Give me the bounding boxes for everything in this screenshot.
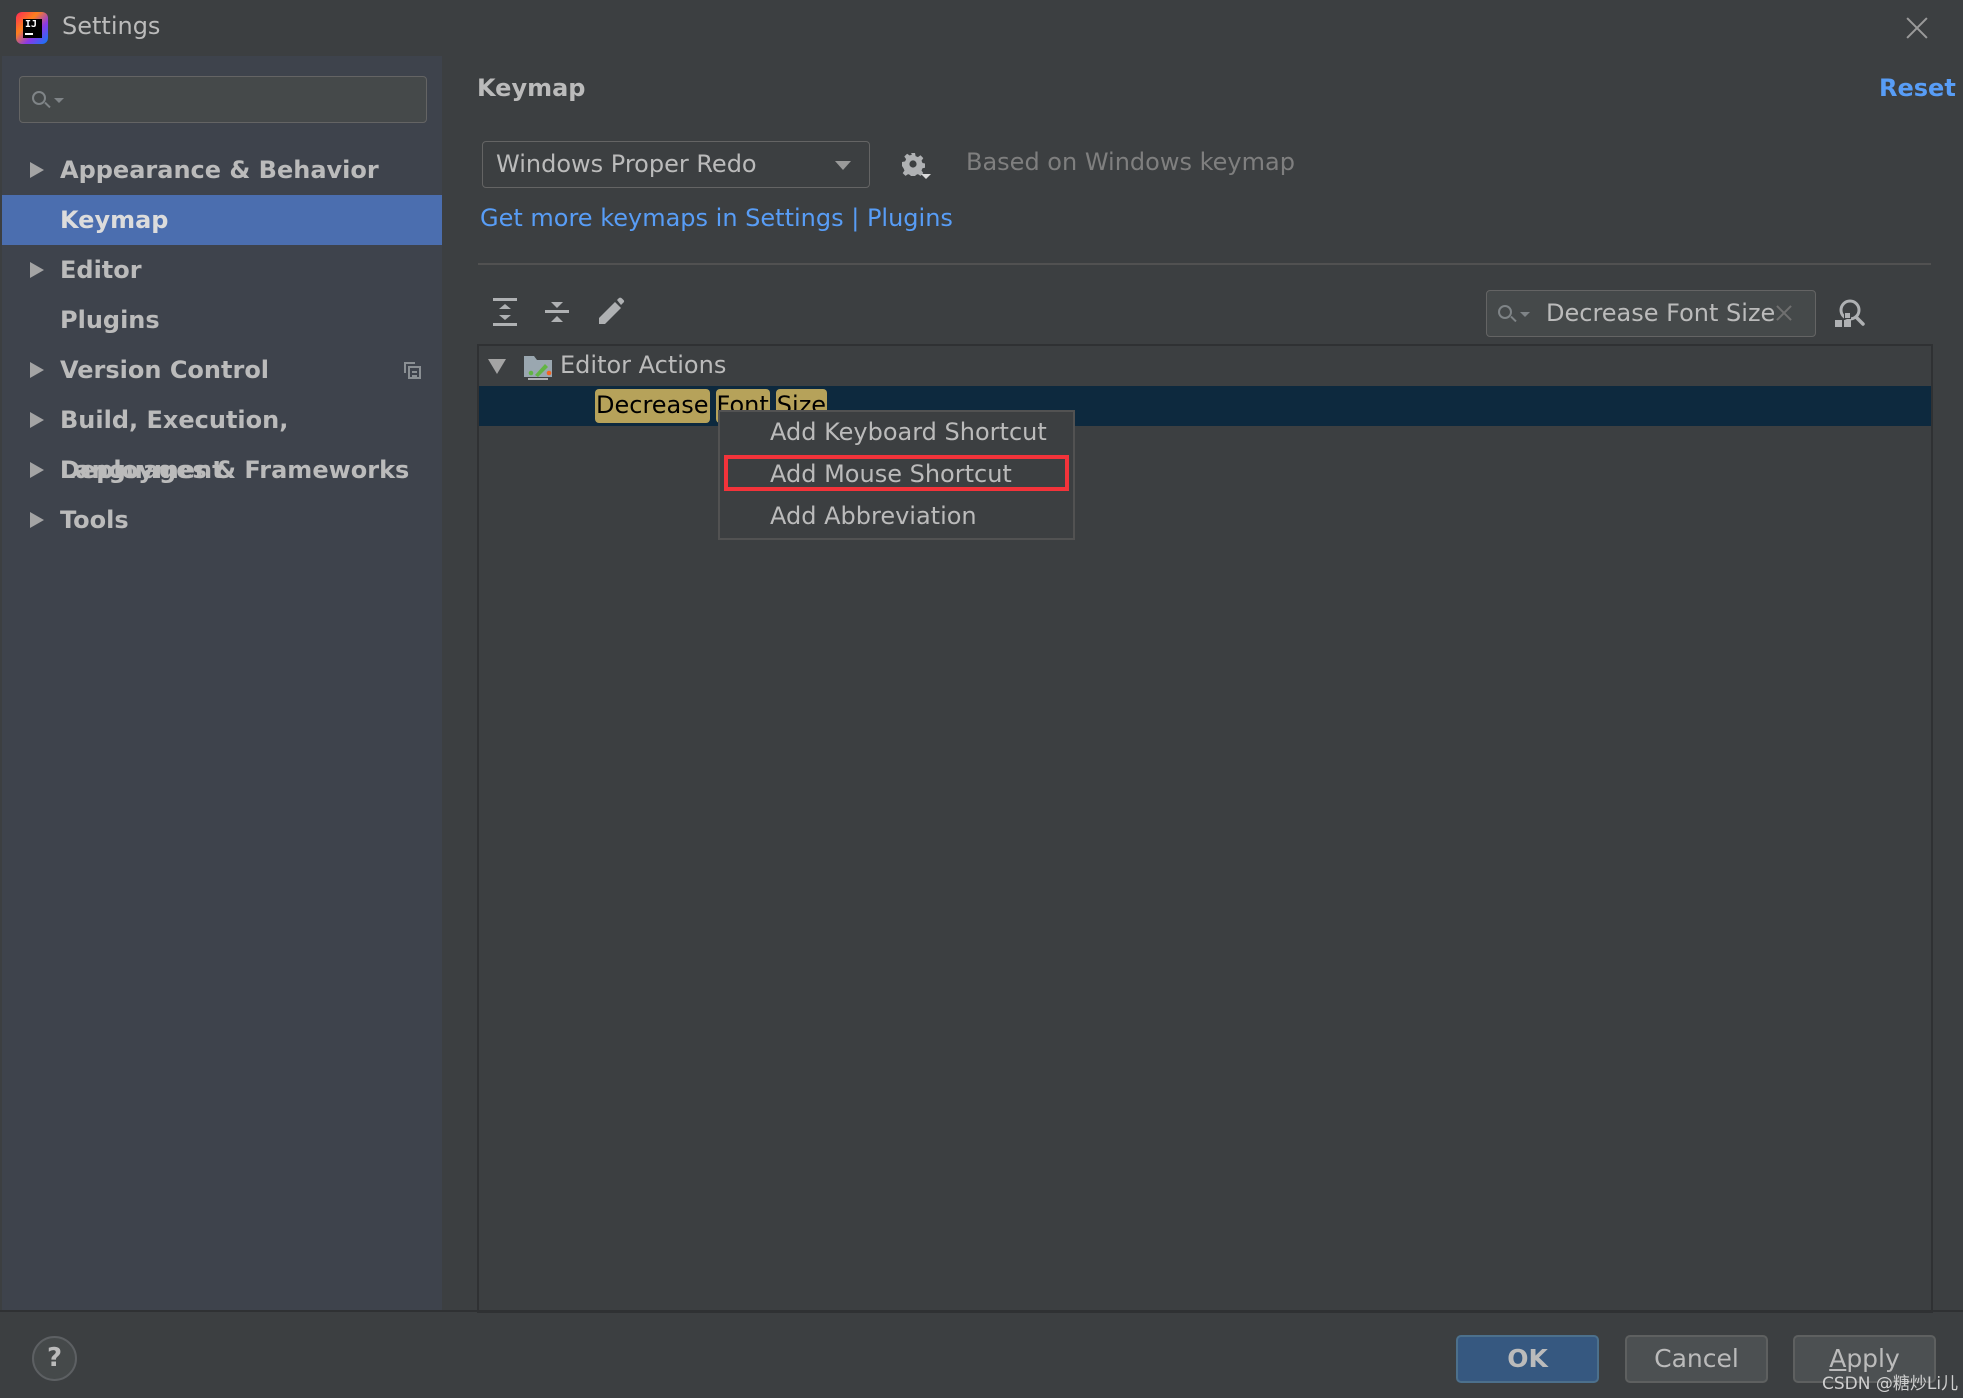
page-title: Keymap (477, 74, 586, 102)
search-icon[interactable] (32, 91, 64, 109)
sidebar-item-label: Plugins (60, 306, 160, 334)
keymap-panel: Keymap Reset Windows Proper Redo Based o… (442, 56, 1963, 1313)
footer-divider (0, 1310, 1963, 1312)
edit-shortcut-button[interactable] (595, 296, 625, 328)
window-title: Settings (62, 12, 161, 40)
sidebar-item-label: Tools (60, 506, 129, 534)
tree-group-row[interactable]: Editor Actions (479, 346, 1931, 386)
collapse-all-icon (545, 302, 569, 322)
find-by-shortcut-button[interactable] (1834, 296, 1868, 330)
expand-arrow-icon[interactable] (30, 412, 44, 428)
separator (478, 263, 1931, 265)
sidebar-item-label: Languages & Frameworks (60, 456, 410, 484)
menu-item-label: Add Abbreviation (770, 502, 977, 530)
based-on-text: Based on Windows keymap (966, 148, 1295, 176)
sidebar-item-appearance-behavior[interactable]: Appearance & Behavior (2, 145, 442, 195)
sidebar-item-label: Appearance & Behavior (60, 156, 379, 184)
project-level-icon (404, 362, 421, 379)
sidebar-item-label: Keymap (60, 206, 169, 234)
find-shortcut-icon (1835, 299, 1865, 327)
menu-item-add-mouse-shortcut[interactable]: Add Mouse Shortcut (720, 455, 1073, 496)
menu-item-add-abbreviation[interactable]: Add Abbreviation (720, 498, 1073, 538)
help-button[interactable]: ? (32, 1336, 77, 1381)
close-icon[interactable] (1903, 14, 1931, 42)
search-highlight: Decrease (595, 389, 710, 423)
sidebar-item-build-execution-deployment[interactable]: Build, Execution, Deployment (2, 395, 442, 484)
gear-icon (902, 153, 925, 176)
keymap-select-value: Windows Proper Redo (496, 150, 757, 178)
expand-arrow-icon[interactable] (30, 462, 44, 478)
clear-icon[interactable] (1774, 303, 1794, 323)
dropdown-caret-icon (921, 174, 931, 179)
menu-item-label: Add Mouse Shortcut (770, 460, 1012, 488)
keymap-actions-tree: Editor Actions Decrease Font Size (477, 344, 1933, 1313)
collapse-all-button[interactable] (542, 296, 572, 328)
sidebar-item-version-control[interactable]: Version Control (2, 345, 442, 395)
expand-arrow-icon[interactable] (30, 512, 44, 528)
menu-item-label: Add Keyboard Shortcut (770, 418, 1047, 446)
settings-sidebar: Appearance & Behavior Keymap Editor Plug… (2, 56, 442, 1310)
expand-arrow-icon[interactable] (30, 262, 44, 278)
sidebar-item-keymap[interactable]: Keymap (2, 195, 442, 245)
tree-action-row[interactable]: Decrease Font Size (479, 386, 1931, 426)
keymap-settings-button[interactable] (899, 148, 933, 182)
expand-all-button[interactable] (490, 296, 520, 328)
edit-icon (599, 297, 625, 324)
menu-item-add-keyboard-shortcut[interactable]: Add Keyboard Shortcut (720, 414, 1073, 454)
intellij-logo-icon: IJ (16, 12, 48, 44)
watermark: CSDN @糖炒Li儿 (1822, 1374, 1959, 1394)
tree-group-label: Editor Actions (560, 351, 727, 379)
sidebar-item-editor[interactable]: Editor (2, 245, 442, 295)
collapse-arrow-icon[interactable] (488, 359, 506, 374)
filter-value: Decrease Font Size (1546, 299, 1776, 327)
reset-link[interactable]: Reset (1879, 74, 1956, 102)
get-more-keymaps-link[interactable]: Get more keymaps in Settings | Plugins (480, 204, 953, 232)
search-icon[interactable] (1498, 305, 1530, 323)
sidebar-item-tools[interactable]: Tools (2, 495, 442, 545)
settings-nav: Appearance & Behavior Keymap Editor Plug… (2, 145, 442, 545)
sidebar-item-label: Editor (60, 256, 142, 284)
context-menu: Add Keyboard Shortcut Add Mouse Shortcut… (718, 410, 1075, 540)
expand-arrow-icon[interactable] (30, 162, 44, 178)
settings-search-input[interactable] (19, 76, 427, 123)
sidebar-item-label: Version Control (60, 356, 270, 384)
action-filter-input[interactable]: Decrease Font Size (1486, 290, 1816, 337)
expand-all-icon (493, 298, 517, 326)
title-bar: IJ Settings (0, 0, 1963, 56)
keymap-select[interactable]: Windows Proper Redo (482, 141, 870, 188)
sidebar-item-languages-frameworks[interactable]: Languages & Frameworks (2, 445, 442, 495)
cancel-button[interactable]: Cancel (1625, 1335, 1768, 1383)
folder-icon (524, 356, 552, 380)
chevron-down-icon (835, 161, 851, 170)
expand-arrow-icon[interactable] (30, 362, 44, 378)
ok-button[interactable]: OK (1456, 1335, 1599, 1383)
sidebar-item-plugins[interactable]: Plugins (2, 295, 442, 345)
